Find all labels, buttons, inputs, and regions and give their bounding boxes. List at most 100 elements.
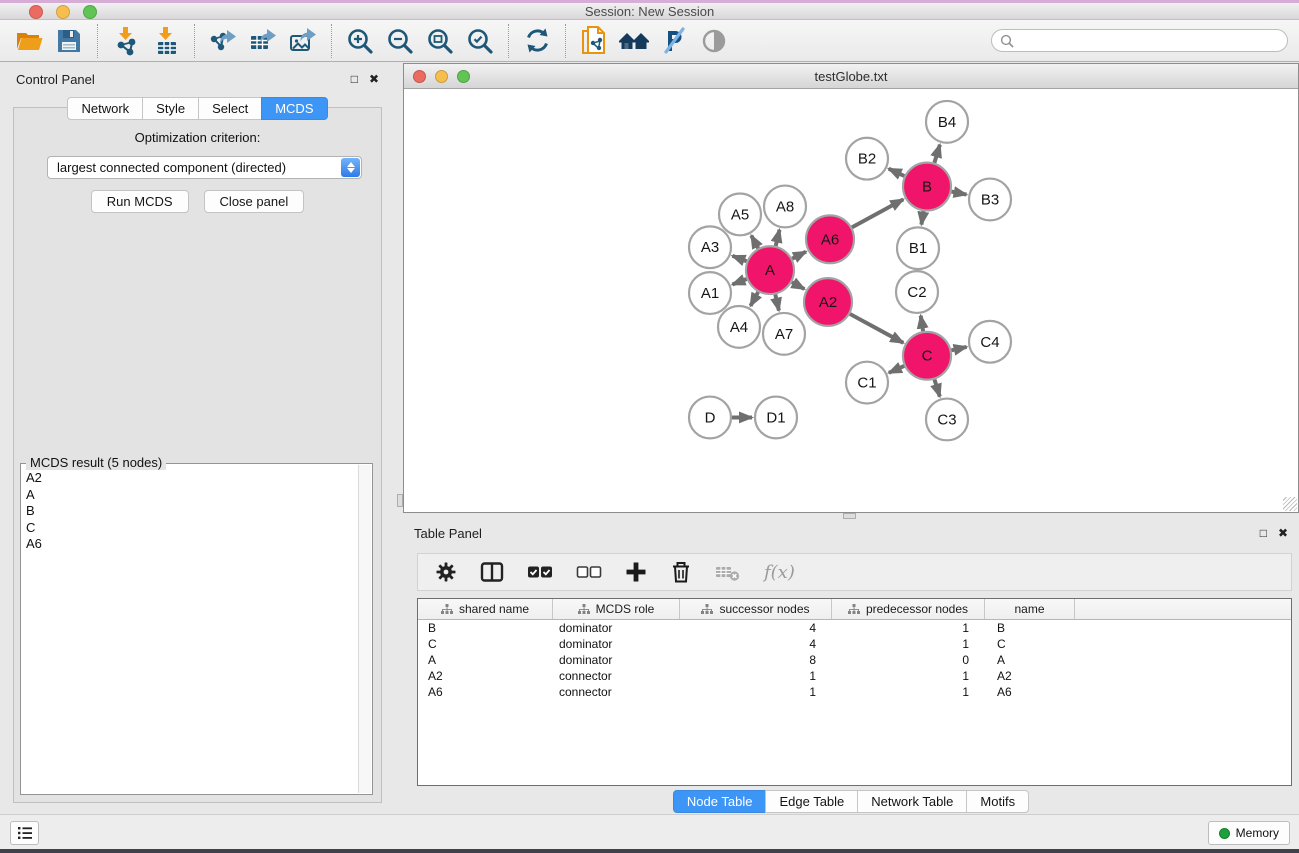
table-cell[interactable]: 1 [680,669,832,683]
table-cell[interactable]: 1 [832,685,985,699]
mcds-result-item[interactable]: A2 [26,470,355,487]
delete-table-button[interactable] [715,562,741,582]
table-cell[interactable]: A6 [418,685,553,699]
table-cell[interactable]: 1 [832,669,985,683]
table-cell[interactable]: 1 [832,621,985,635]
graph-node-C3[interactable]: C3 [926,399,968,441]
table-cell[interactable]: A2 [985,669,1075,683]
graph-edge-C-C1[interactable] [889,366,904,373]
session-overview-button[interactable] [574,22,614,60]
toggle-column-view-button[interactable] [480,561,504,583]
column-header-MCDS-role[interactable]: MCDS role [553,599,680,619]
graph-node-A6[interactable]: A6 [806,215,854,263]
column-header-predecessor-nodes[interactable]: predecessor nodes [832,599,985,619]
graph-edge-B-B1[interactable] [921,211,923,224]
mcds-result-item[interactable]: C [26,520,355,537]
criterion-select[interactable]: largest connected component (directed) [47,156,362,179]
mcds-result-item[interactable]: A [26,487,355,504]
home-button[interactable] [614,22,654,60]
column-header-successor-nodes[interactable]: successor nodes [680,599,832,619]
graph-node-B1[interactable]: B1 [897,227,939,269]
show-graphics-details-button[interactable] [694,22,734,60]
zoom-selected-button[interactable] [460,22,500,60]
graph-node-C4[interactable]: C4 [969,321,1011,363]
table-cell[interactable]: 4 [680,621,832,635]
tab-style[interactable]: Style [142,97,199,120]
graph-node-A2[interactable]: A2 [804,278,852,326]
graph-node-B3[interactable]: B3 [969,179,1011,221]
table-cell[interactable]: dominator [553,621,680,635]
float-panel-icon[interactable]: □ [1260,527,1267,539]
graph-node-A7[interactable]: A7 [763,313,805,355]
resize-grip[interactable] [1283,497,1297,511]
table-cell[interactable]: A6 [985,685,1075,699]
function-builder-button[interactable]: f(x) [764,562,795,583]
graph-node-B2[interactable]: B2 [846,138,888,180]
result-scrollbar[interactable] [358,465,371,793]
graph-edge-B-B4[interactable] [934,145,940,163]
graph-edge-B-B2[interactable] [889,169,905,176]
close-panel-icon[interactable]: ✖ [1278,527,1288,539]
graph-node-B[interactable]: B [903,163,951,211]
table-cell[interactable]: 1 [680,685,832,699]
graph-node-C[interactable]: C [903,332,951,380]
graph-node-A3[interactable]: A3 [689,226,731,268]
graph-node-C2[interactable]: C2 [896,271,938,313]
tab-mcds[interactable]: MCDS [261,97,327,120]
table-cell[interactable]: 1 [832,637,985,651]
import-network-button[interactable] [106,22,146,60]
table-cell[interactable]: 0 [832,653,985,667]
graph-node-D1[interactable]: D1 [755,397,797,439]
graph-edge-B-B3[interactable] [952,192,967,195]
tab-select[interactable]: Select [198,97,262,120]
table-cell[interactable]: C [418,637,553,651]
close-panel-button[interactable]: Close panel [204,190,305,213]
graph-edge-A2-C[interactable] [850,314,903,343]
tab-network[interactable]: Network [67,97,143,120]
column-header-name[interactable]: name [985,599,1075,619]
table-cell[interactable]: A [418,653,553,667]
export-network-button[interactable] [203,22,243,60]
graph-node-A1[interactable]: A1 [689,272,731,314]
search-input[interactable] [1019,33,1279,49]
tab-motifs[interactable]: Motifs [966,790,1029,813]
horizontal-splitter-handle[interactable] [843,513,856,519]
graph-node-C1[interactable]: C1 [846,362,888,404]
tab-network-table[interactable]: Network Table [857,790,967,813]
graph-edge-A-A3[interactable] [732,256,746,261]
graph-node-B4[interactable]: B4 [926,101,968,143]
mcds-result-item[interactable]: A6 [26,536,355,553]
export-image-button[interactable] [283,22,323,60]
table-settings-button[interactable] [435,561,457,583]
run-mcds-button[interactable]: Run MCDS [91,190,189,213]
graph-edge-C-C2[interactable] [921,316,923,332]
table-cell[interactable]: dominator [553,637,680,651]
table-cell[interactable]: dominator [553,653,680,667]
table-row[interactable]: Cdominator41C [418,636,1291,652]
tab-node-table[interactable]: Node Table [673,790,767,813]
graph-edge-A-A2[interactable] [792,282,805,289]
deselect-all-columns-button[interactable] [576,564,602,580]
zoom-out-button[interactable] [380,22,420,60]
save-session-button[interactable] [49,22,89,60]
refresh-button[interactable] [517,22,557,60]
network-canvas[interactable]: B4B2BB3A8A5A6A3B1AC2A1A2A4A7C4CC1C3DD1 [404,90,1298,512]
graph-edge-C-C3[interactable] [935,380,940,397]
graph-edge-A-A6[interactable] [792,252,806,259]
table-cell[interactable]: B [985,621,1075,635]
graph-edge-A-A7[interactable] [775,294,779,310]
graph-node-D[interactable]: D [689,397,731,439]
zoom-fit-button[interactable] [420,22,460,60]
table-row[interactable]: Adominator80A [418,652,1291,668]
table-cell[interactable]: A [985,653,1075,667]
hide-annotations-button[interactable] [654,22,694,60]
table-row[interactable]: A6connector11A6 [418,684,1291,700]
open-session-button[interactable] [9,22,49,60]
close-panel-icon[interactable]: ✖ [369,73,379,85]
table-cell[interactable]: 4 [680,637,832,651]
graph-edge-C-C4[interactable] [951,347,966,350]
column-header-shared-name[interactable]: shared name [418,599,553,619]
graph-edge-A-A1[interactable] [732,279,746,284]
mcds-result-item[interactable]: B [26,503,355,520]
graph-node-A5[interactable]: A5 [719,194,761,236]
